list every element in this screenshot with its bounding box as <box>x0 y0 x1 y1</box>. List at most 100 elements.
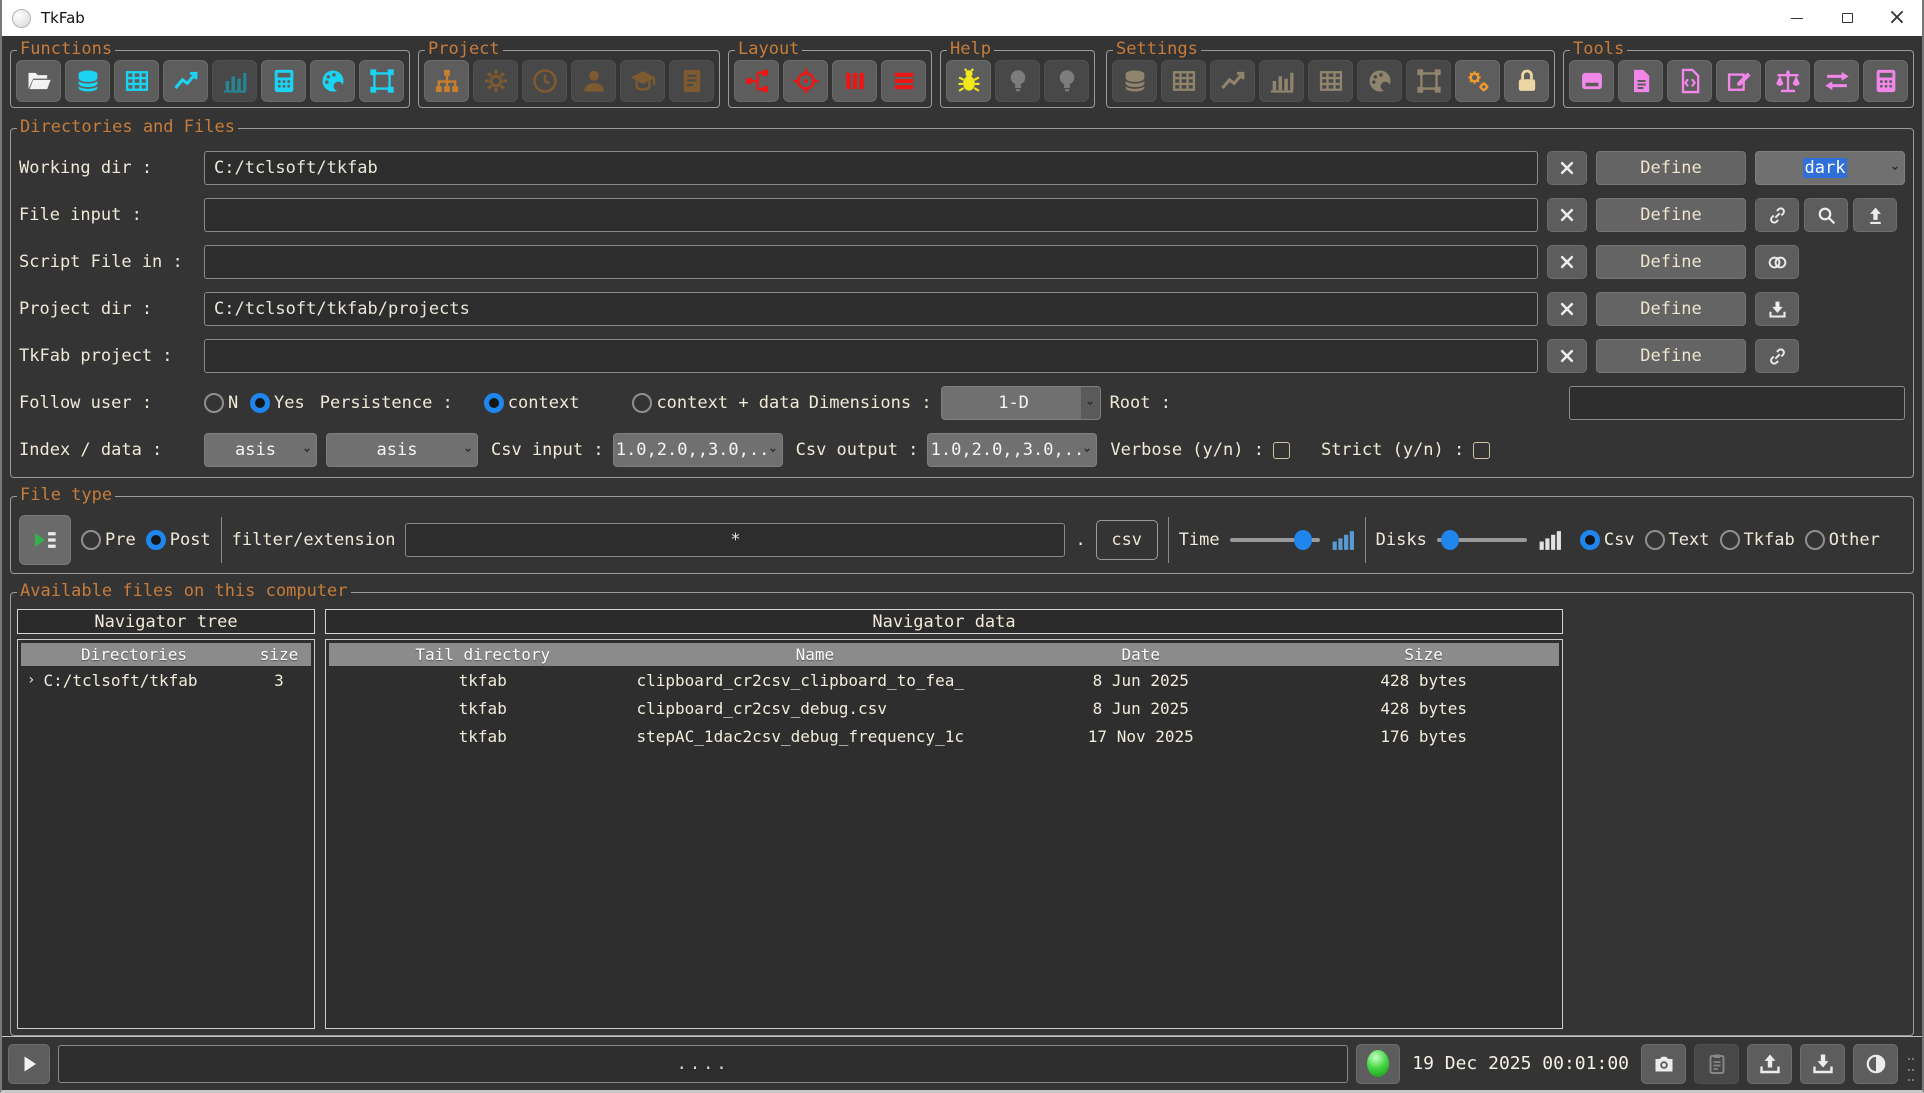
tools-swap-button[interactable] <box>1814 60 1859 102</box>
settings-canvas-button[interactable] <box>1406 60 1451 102</box>
size-column-header[interactable]: size <box>247 645 311 664</box>
disks-slider[interactable] <box>1437 529 1527 551</box>
name-column-header[interactable]: Name <box>637 645 994 664</box>
project-dir-clear-button[interactable] <box>1547 292 1587 326</box>
index-select[interactable]: asis <box>204 433 317 467</box>
format-other-radio[interactable]: Other <box>1805 530 1880 550</box>
root-input[interactable] <box>1569 386 1905 420</box>
bar-chart-button[interactable] <box>212 60 257 102</box>
tail-directory-column-header[interactable]: Tail directory <box>329 645 637 664</box>
file-input-input[interactable] <box>204 198 1538 232</box>
file-row[interactable]: tkfab clipboard_cr2csv_debug.csv 8 Jun 2… <box>329 694 1559 722</box>
calculator-button[interactable] <box>261 60 306 102</box>
close-button[interactable]: × <box>1872 0 1922 36</box>
resize-grip[interactable] <box>1906 1056 1916 1090</box>
file-input-load-button[interactable] <box>1853 198 1897 232</box>
data-select[interactable]: asis <box>326 433 478 467</box>
project-learn-button[interactable] <box>620 60 665 102</box>
script-file-define-button[interactable]: Define <box>1596 245 1746 279</box>
status-led-button[interactable] <box>1356 1044 1400 1084</box>
directories-column-header[interactable]: Directories <box>21 645 247 664</box>
verbose-checkbox[interactable] <box>1273 442 1290 459</box>
working-dir-define-button[interactable]: Define <box>1596 151 1746 185</box>
tkfab-project-input[interactable] <box>204 339 1538 373</box>
tree-row[interactable]: › C:/tclsoft/tkfab 3 <box>21 666 311 694</box>
script-file-clear-button[interactable] <box>1547 245 1587 279</box>
format-csv-radio[interactable]: Csv <box>1580 530 1635 550</box>
screenshot-button[interactable] <box>1641 1044 1686 1084</box>
time-slider-knob[interactable] <box>1294 530 1312 550</box>
file-input-define-button[interactable]: Define <box>1596 198 1746 232</box>
tools-window-button[interactable] <box>1569 60 1614 102</box>
settings-bar-chart-button[interactable] <box>1259 60 1304 102</box>
hint-button-2[interactable] <box>1044 60 1089 102</box>
palette-button[interactable] <box>310 60 355 102</box>
pre-radio[interactable]: Pre <box>81 530 136 550</box>
file-row[interactable]: tkfab stepAC_1dac2csv_debug_frequency_1c… <box>329 722 1559 750</box>
layout-rows-button[interactable] <box>881 60 926 102</box>
settings-gears-button[interactable] <box>1455 60 1500 102</box>
line-chart-button[interactable] <box>163 60 208 102</box>
settings-line-chart-button[interactable] <box>1210 60 1255 102</box>
minimize-button[interactable] <box>1772 0 1822 36</box>
clipboard-button[interactable] <box>1694 1044 1739 1084</box>
layout-columns-button[interactable] <box>832 60 877 102</box>
project-user-button[interactable] <box>571 60 616 102</box>
settings-palette-button[interactable] <box>1357 60 1402 102</box>
project-history-button[interactable] <box>522 60 567 102</box>
settings-lock-button[interactable] <box>1504 60 1549 102</box>
project-sitemap-button[interactable] <box>424 60 469 102</box>
tools-compare-button[interactable] <box>1765 60 1810 102</box>
hint-button-1[interactable] <box>995 60 1040 102</box>
layout-center-button[interactable] <box>783 60 828 102</box>
file-row[interactable]: tkfab clipboard_cr2csv_clipboard_to_fea_… <box>329 666 1559 694</box>
working-dir-input[interactable]: C:/tclsoft/tkfab <box>204 151 1538 185</box>
script-file-toggle-button[interactable] <box>1755 245 1799 279</box>
project-dir-define-button[interactable]: Define <box>1596 292 1746 326</box>
project-dir-import-button[interactable] <box>1755 292 1799 326</box>
dimensions-select[interactable]: 1-D <box>941 386 1101 420</box>
date-column-header[interactable]: Date <box>993 645 1288 664</box>
format-tkfab-radio[interactable]: Tkfab <box>1720 530 1795 550</box>
project-settings-button[interactable] <box>473 60 518 102</box>
script-file-input[interactable] <box>204 245 1538 279</box>
file-input-link-button[interactable] <box>1755 198 1799 232</box>
theme-select[interactable]: dark <box>1755 151 1905 185</box>
project-dir-input[interactable]: C:/tclsoft/tkfab/projects <box>204 292 1538 326</box>
file-input-clear-button[interactable] <box>1547 198 1587 232</box>
tools-script-button[interactable] <box>1667 60 1712 102</box>
canvas-group-button[interactable] <box>359 60 404 102</box>
post-radio[interactable]: Post <box>146 530 211 550</box>
persistence-context-data-radio[interactable]: context + data <box>632 393 799 413</box>
contrast-toggle-button[interactable] <box>1853 1044 1898 1084</box>
file-input-search-button[interactable] <box>1804 198 1848 232</box>
disks-slider-knob[interactable] <box>1441 530 1459 550</box>
run-filter-button[interactable] <box>19 515 71 565</box>
project-notes-button[interactable] <box>669 60 714 102</box>
strict-checkbox[interactable] <box>1473 442 1490 459</box>
debug-button[interactable] <box>946 60 991 102</box>
tools-calculator-button[interactable] <box>1863 60 1908 102</box>
tkfab-project-define-button[interactable]: Define <box>1596 339 1746 373</box>
run-button[interactable] <box>8 1044 50 1084</box>
command-input[interactable]: .... <box>58 1045 1348 1083</box>
format-text-radio[interactable]: Text <box>1645 530 1710 550</box>
size-column-header[interactable]: Size <box>1288 645 1559 664</box>
tkfab-project-link-button[interactable] <box>1755 339 1799 373</box>
csv-output-select[interactable]: 1.0,2.0,,3.0,.. <box>927 433 1097 467</box>
extension-button[interactable]: csv <box>1096 520 1158 560</box>
working-dir-clear-button[interactable] <box>1547 151 1587 185</box>
expander-icon[interactable]: › <box>27 672 35 688</box>
export-button[interactable] <box>1747 1044 1792 1084</box>
database-button[interactable] <box>65 60 110 102</box>
table-button[interactable] <box>114 60 159 102</box>
follow-yes-radio[interactable]: Yes <box>250 393 305 413</box>
open-file-button[interactable] <box>16 60 61 102</box>
settings-grid-button[interactable] <box>1308 60 1353 102</box>
tools-edit-button[interactable] <box>1716 60 1761 102</box>
import-button[interactable] <box>1800 1044 1845 1084</box>
persistence-context-radio[interactable]: context <box>484 393 580 413</box>
layout-tree-button[interactable] <box>734 60 779 102</box>
settings-table-button[interactable] <box>1161 60 1206 102</box>
tkfab-project-clear-button[interactable] <box>1547 339 1587 373</box>
